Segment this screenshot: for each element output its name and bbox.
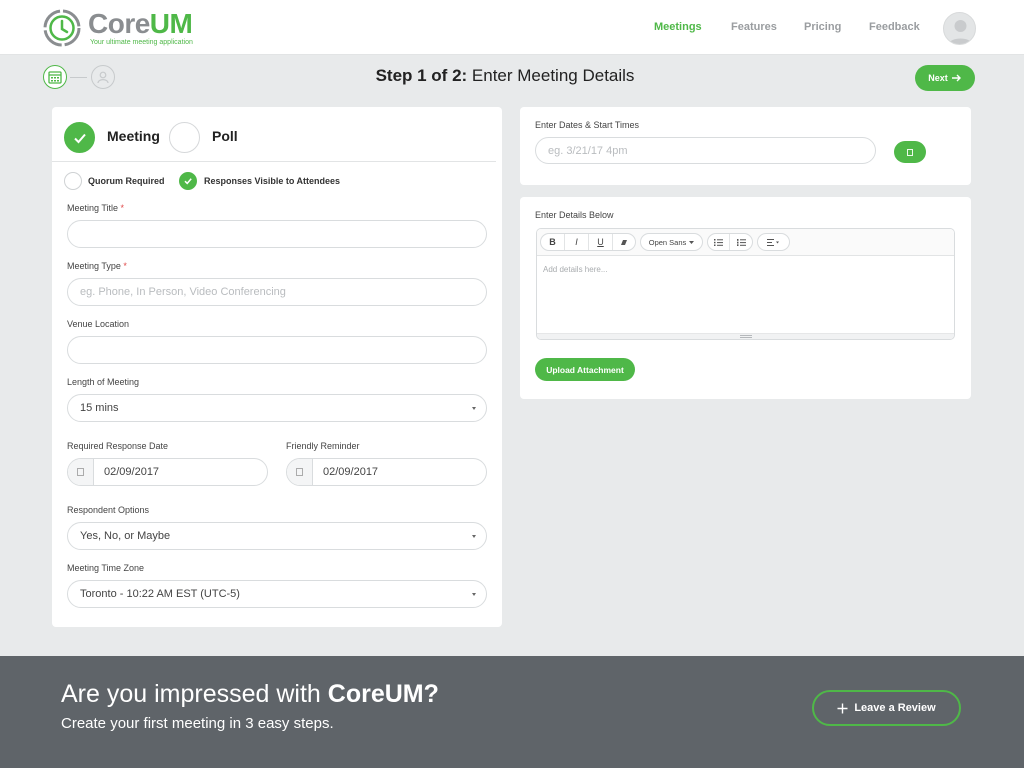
nav-features[interactable]: Features: [731, 21, 777, 33]
venue-location-label: Venue Location: [67, 319, 130, 329]
meeting-form-card: Meeting Poll Quorum Required Responses V…: [52, 107, 502, 627]
details-editor[interactable]: B I U Open Sans Add details here...: [536, 228, 955, 340]
meeting-title-input[interactable]: [67, 220, 487, 248]
respondent-options-select[interactable]: Yes, No, or Maybe: [67, 522, 487, 550]
details-card: Enter Details Below B I U Open Sans Add …: [520, 197, 971, 399]
font-family-dropdown[interactable]: Open Sans: [640, 233, 703, 251]
footer-banner: Are you impressed with CoreUM? Create yo…: [0, 656, 1024, 768]
chevron-down-icon: [472, 407, 476, 410]
leave-review-button[interactable]: Leave a Review: [812, 690, 961, 726]
calendar-icon: [907, 148, 913, 156]
bullet-list-icon: [714, 238, 723, 246]
check-icon: [73, 133, 86, 143]
nav-feedback[interactable]: Feedback: [869, 21, 920, 33]
grip-icon: [740, 335, 752, 338]
chevron-down-icon: [472, 535, 476, 538]
quorum-label: Quorum Required: [88, 176, 165, 186]
logo-tagline: Your ultimate meeting application: [90, 39, 193, 46]
time-zone-select[interactable]: Toronto - 10:22 AM EST (UTC-5): [67, 580, 487, 608]
footer-subtitle: Create your first meeting in 3 easy step…: [61, 715, 334, 732]
nav-meetings[interactable]: Meetings: [654, 21, 702, 33]
add-date-button[interactable]: [894, 141, 926, 163]
calendar-icon: [296, 468, 303, 476]
bullet-list-button[interactable]: [708, 234, 731, 250]
responses-visible-label: Responses Visible to Attendees: [204, 176, 341, 186]
editor-toolbar: B I U Open Sans: [537, 229, 954, 256]
user-avatar[interactable]: [943, 12, 976, 45]
poll-type-toggle[interactable]: [169, 122, 200, 153]
venue-location-input[interactable]: [67, 336, 487, 364]
calendar-icon: [77, 468, 84, 476]
user-silhouette-icon: [948, 20, 973, 44]
responses-visible-checkbox[interactable]: [179, 172, 197, 190]
underline-button[interactable]: U: [589, 234, 613, 250]
eraser-button[interactable]: [613, 234, 635, 250]
meeting-title-label: Meeting Title *: [67, 203, 125, 213]
friendly-reminder-label: Friendly Reminder: [286, 441, 360, 451]
meeting-length-label: Length of Meeting: [67, 377, 140, 387]
bold-button[interactable]: B: [541, 234, 565, 250]
dates-card: Enter Dates & Start Times eg. 3/21/17 4p…: [520, 107, 971, 185]
dates-input[interactable]: eg. 3/21/17 4pm: [535, 137, 876, 164]
details-label: Enter Details Below: [535, 210, 614, 220]
format-group: B I U: [540, 233, 636, 251]
meeting-length-select[interactable]: 15 mins: [67, 394, 487, 422]
upload-attachment-button[interactable]: Upload Attachment: [535, 358, 635, 381]
font-family-label: Open Sans: [641, 234, 702, 250]
response-date-input[interactable]: 02/09/2017: [67, 458, 268, 486]
chevron-down-icon: [689, 240, 695, 244]
respondent-options-label: Respondent Options: [67, 505, 150, 515]
align-dropdown[interactable]: [757, 233, 790, 251]
plus-icon: [837, 703, 848, 713]
response-date-label: Required Response Date: [67, 441, 169, 451]
numbered-list-icon: [736, 238, 746, 246]
divider: [52, 161, 496, 162]
align-left-icon: [767, 238, 779, 246]
top-header: CoreUM Your ultimate meeting application…: [0, 0, 1024, 55]
time-zone-label: Meeting Time Zone: [67, 563, 145, 573]
eraser-icon: [621, 239, 627, 245]
calendar-addon[interactable]: [287, 459, 313, 485]
footer-title: Are you impressed with CoreUM?: [61, 680, 439, 708]
dates-label: Enter Dates & Start Times: [535, 120, 640, 130]
friendly-reminder-input[interactable]: 02/09/2017: [286, 458, 487, 486]
meeting-type-input[interactable]: eg. Phone, In Person, Video Conferencing: [67, 278, 487, 306]
arrow-right-icon: [951, 74, 961, 82]
logo-name: CoreUM: [88, 8, 193, 39]
logo[interactable]: CoreUM Your ultimate meeting application: [42, 8, 193, 48]
chevron-down-icon: [472, 593, 476, 596]
check-icon: [184, 178, 192, 185]
meeting-type-toggle[interactable]: [64, 122, 95, 153]
align-icon-wrap: [758, 234, 789, 250]
quorum-checkbox[interactable]: [64, 172, 82, 190]
next-button[interactable]: Next: [915, 65, 975, 91]
calendar-addon[interactable]: [68, 459, 94, 485]
details-placeholder: Add details here...: [543, 265, 608, 274]
resize-handle[interactable]: [537, 333, 954, 339]
meeting-type-field-label: Meeting Type *: [67, 261, 127, 271]
clock-logo-icon: [42, 8, 82, 48]
list-group: [707, 233, 753, 251]
page-title: Step 1 of 2: Enter Meeting Details: [375, 66, 635, 85]
numbered-list-button[interactable]: [730, 234, 752, 250]
italic-button[interactable]: I: [565, 234, 589, 250]
poll-type-label[interactable]: Poll: [212, 128, 238, 144]
nav-pricing[interactable]: Pricing: [804, 21, 841, 33]
meeting-type-label[interactable]: Meeting: [107, 128, 160, 144]
